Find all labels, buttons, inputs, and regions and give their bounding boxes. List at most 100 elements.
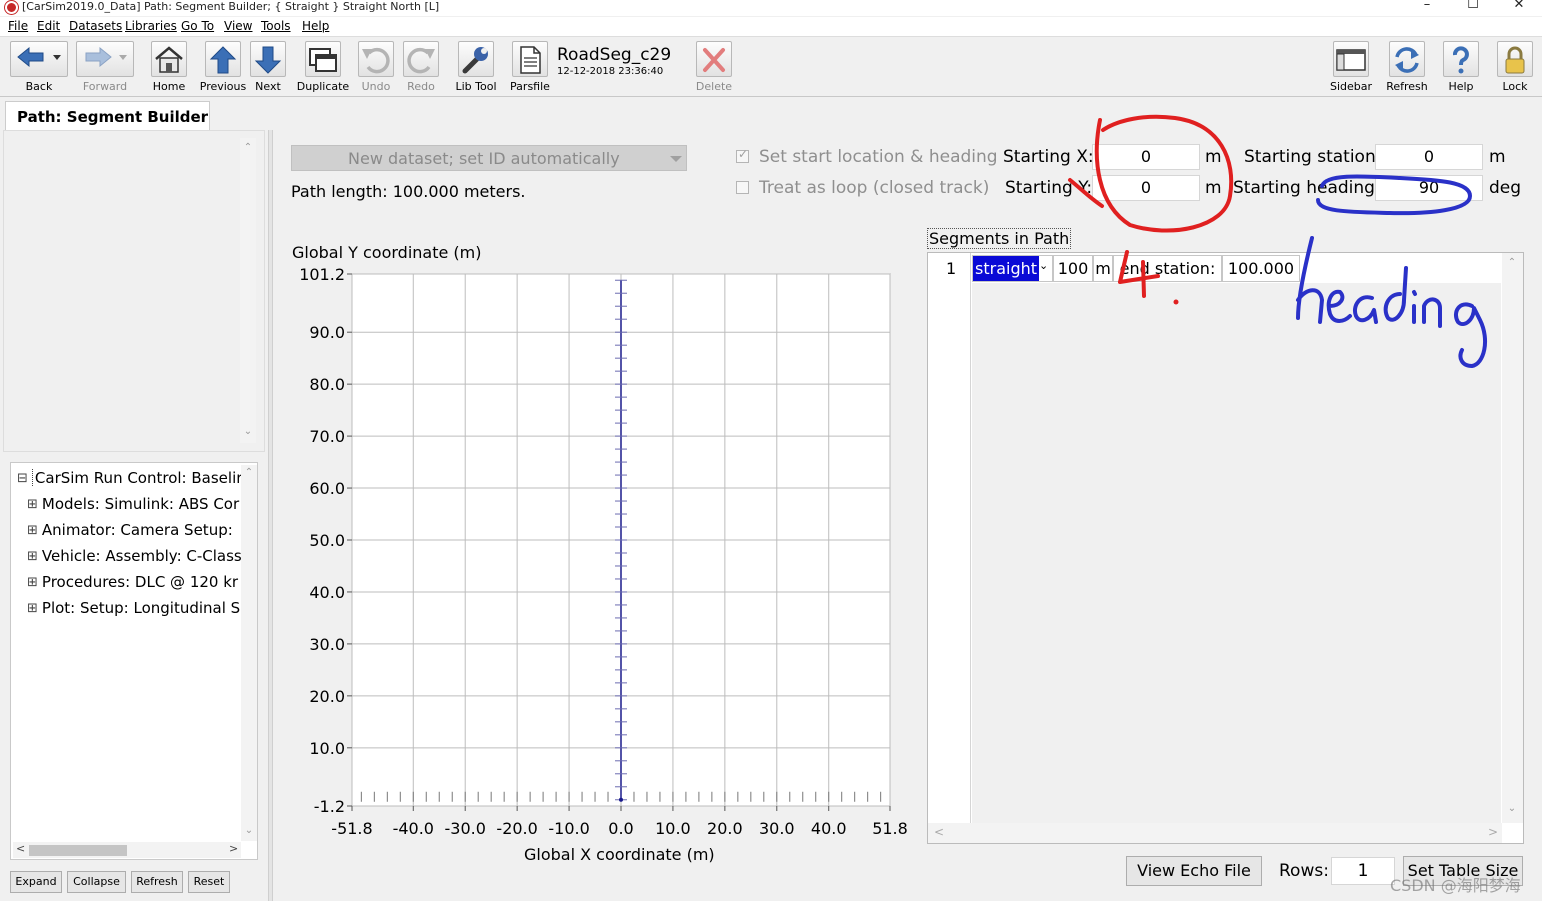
down-arrow-icon: [254, 46, 282, 74]
rows-field[interactable]: 1: [1331, 857, 1395, 885]
dataset-dropdown-label: New dataset; set ID automatically: [348, 149, 620, 168]
menu-help[interactable]: Help: [302, 19, 329, 33]
home-button[interactable]: Home: [147, 41, 191, 93]
refresh-button[interactable]: Refresh: [1385, 41, 1429, 93]
y-tick-label: 101.2: [299, 265, 345, 284]
question-mark-icon: [1453, 46, 1469, 74]
segments-hscrollbar[interactable]: < >: [928, 823, 1502, 843]
y-tick-label: 60.0: [309, 479, 345, 498]
reset-button[interactable]: Reset: [188, 871, 230, 893]
tree-item-models[interactable]: ⊞ Models: Simulink: ABS Cor: [27, 495, 251, 513]
tree-panel: ⊟ CarSim Run Control: Baselir ⊞ Models: Si…: [10, 462, 258, 860]
redo-button[interactable]: Redo: [399, 41, 443, 93]
next-button[interactable]: Next: [246, 41, 290, 93]
segment-end-value: 100.000: [1222, 255, 1300, 282]
tree-item-procedures[interactable]: ⊞ Procedures: DLC @ 120 kr: [27, 573, 251, 591]
loop-checkbox[interactable]: [736, 181, 749, 194]
watermark: CSDN @海阳梦海: [1390, 876, 1521, 895]
scroll-down-icon[interactable]: ⌄: [241, 825, 257, 836]
tab-segment-builder[interactable]: Path: Segment Builder: [5, 101, 210, 131]
segment-type-select[interactable]: straight ⌄: [972, 255, 1053, 282]
scroll-up-icon[interactable]: ⌃: [240, 142, 256, 153]
delete-button[interactable]: Delete: [692, 41, 736, 93]
minimize-button[interactable]: –: [1404, 0, 1450, 15]
duplicate-button[interactable]: Duplicate: [297, 41, 349, 93]
scroll-left-icon[interactable]: <: [16, 842, 25, 855]
y-tick-label: 20.0: [309, 687, 345, 706]
x-tick-label: -40.0: [393, 819, 434, 838]
tree-item-run-control[interactable]: ⊟ CarSim Run Control: Baselir: [17, 469, 241, 487]
collapse-button[interactable]: Collapse: [67, 871, 126, 893]
delete-x-icon: [703, 48, 725, 72]
scroll-up-icon[interactable]: ⌃: [241, 467, 257, 478]
scroll-left-icon[interactable]: <: [934, 825, 944, 839]
y-tick-label: 90.0: [309, 323, 345, 342]
start-heading-label: Starting heading:: [1233, 178, 1381, 198]
collapse-icon[interactable]: ⊟: [17, 472, 28, 485]
scroll-right-icon[interactable]: >: [229, 842, 238, 855]
expand-icon[interactable]: ⊞: [27, 576, 38, 589]
expand-icon[interactable]: ⊞: [27, 550, 38, 563]
expand-icon[interactable]: ⊞: [27, 602, 38, 615]
back-button[interactable]: Back: [10, 41, 68, 93]
window-title: [CarSim2019.0_Data] Path: Segment Builde…: [22, 0, 440, 13]
dataset-name: RoadSeg_c29: [557, 45, 672, 65]
segment-end-label: end station:: [1113, 255, 1222, 282]
start-x-unit: m: [1205, 147, 1222, 167]
set-start-checkbox[interactable]: ✓: [736, 147, 749, 163]
toolbar: Back Forward Home Previous Next Duplicat…: [0, 37, 1542, 97]
start-y-field[interactable]: 0: [1092, 175, 1200, 201]
maximize-button[interactable]: ☐: [1450, 0, 1496, 15]
scroll-down-icon[interactable]: ⌄: [1504, 803, 1520, 814]
left-list-scrollbar[interactable]: ⌃ ⌄: [240, 138, 256, 443]
close-button[interactable]: ✕: [1496, 0, 1542, 15]
menu-tools[interactable]: Tools: [261, 19, 291, 33]
scroll-thumb[interactable]: [29, 845, 127, 856]
parsfile-button[interactable]: Parsfile: [508, 41, 552, 93]
sidebar-icon: [1336, 49, 1366, 71]
set-start-label: Set start location & heading: [759, 147, 998, 167]
menu-datasets[interactable]: Datasets: [69, 19, 122, 33]
tree-item-animator[interactable]: ⊞ Animator: Camera Setup:: [27, 521, 251, 539]
view-echo-file-button[interactable]: View Echo File: [1126, 856, 1262, 886]
left-list-panel: [3, 130, 265, 452]
redo-icon: [407, 47, 435, 74]
dropdown-arrow-icon: [670, 156, 682, 162]
path-length: Path length: 100.000 meters.: [291, 182, 526, 201]
scroll-right-icon[interactable]: >: [1488, 825, 1498, 839]
menu-file[interactable]: File: [8, 19, 28, 33]
menu-edit[interactable]: Edit: [37, 19, 60, 33]
lock-icon: [1505, 46, 1525, 74]
start-x-field[interactable]: 0: [1092, 144, 1200, 170]
segments-vscrollbar[interactable]: ⌃ ⌄: [1502, 253, 1523, 823]
lib-tool-button[interactable]: Lib Tool: [454, 41, 498, 93]
scroll-down-icon[interactable]: ⌄: [240, 426, 256, 437]
start-heading-field[interactable]: 90: [1375, 175, 1483, 201]
tree-item-plot[interactable]: ⊞ Plot: Setup: Longitudinal S: [27, 599, 251, 617]
tree-vscrollbar[interactable]: ⌃ ⌄: [241, 465, 257, 841]
start-station-field[interactable]: 0: [1375, 144, 1483, 170]
sidebar-button[interactable]: Sidebar: [1329, 41, 1373, 93]
scroll-up-icon[interactable]: ⌃: [1504, 257, 1520, 268]
menu-view[interactable]: View: [224, 19, 252, 33]
y-tick-label: 50.0: [309, 531, 345, 550]
x-tick-label: -20.0: [496, 819, 537, 838]
tree-refresh-button[interactable]: Refresh: [131, 871, 183, 893]
panel-divider[interactable]: [268, 130, 273, 901]
segment-length[interactable]: 100: [1053, 255, 1093, 282]
lock-button[interactable]: Lock: [1493, 41, 1537, 93]
dataset-dropdown[interactable]: New dataset; set ID automatically: [291, 145, 687, 171]
forward-button[interactable]: Forward: [76, 41, 134, 93]
expand-icon[interactable]: ⊞: [27, 498, 38, 511]
menu-libraries[interactable]: Libraries: [125, 19, 177, 33]
title-bar: [CarSim2019.0_Data] Path: Segment Builde…: [0, 0, 1542, 16]
tree-item-vehicle[interactable]: ⊞ Vehicle: Assembly: C-Class: [27, 547, 251, 565]
expand-button[interactable]: Expand: [10, 871, 62, 893]
expand-icon[interactable]: ⊞: [27, 524, 38, 537]
tree-hscrollbar[interactable]: < >: [13, 842, 241, 858]
menu-goto[interactable]: Go To: [181, 19, 214, 33]
start-x-label: Starting X:: [1003, 147, 1094, 167]
document-icon: [520, 46, 541, 74]
segment-unit: m: [1093, 255, 1113, 282]
help-button[interactable]: Help: [1439, 41, 1483, 93]
